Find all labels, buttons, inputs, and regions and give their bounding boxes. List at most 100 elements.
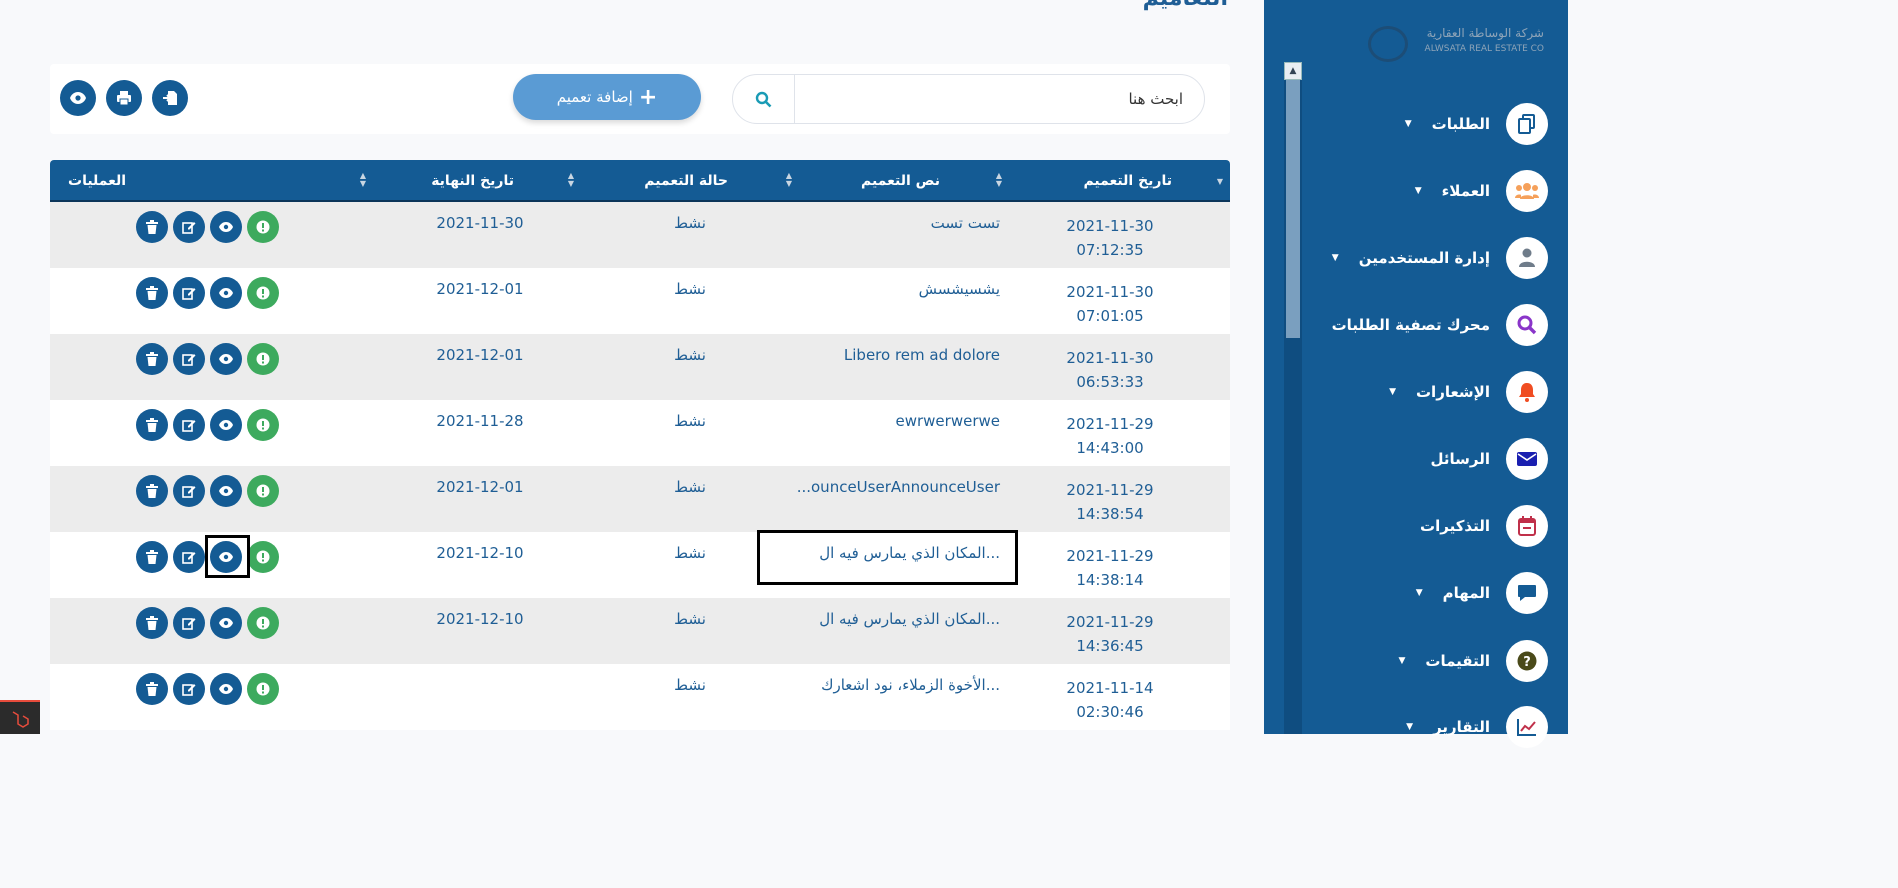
bell-icon (1506, 371, 1548, 413)
col-status[interactable]: حالة التعميم (644, 160, 728, 202)
col-ops: العمليات (68, 173, 127, 189)
edit-button[interactable] (173, 475, 205, 507)
plus-icon: + (638, 84, 658, 110)
caret-down-icon: ▼ (1414, 186, 1422, 196)
row-end-date: 2021-12-01 (436, 280, 524, 298)
col-date[interactable]: تاريخ التعميم (1083, 160, 1172, 202)
table-header: ▼ تاريخ التعميم ▲ ▼ نص التعميم ▲ ▼ حالة ال… (50, 160, 1230, 202)
scroll-up-arrow[interactable]: ▲ (1284, 62, 1302, 80)
trash-icon (146, 550, 158, 564)
view-button[interactable] (210, 409, 242, 441)
row-text[interactable]: يشسيشسش (919, 280, 1000, 298)
row-text[interactable]: Libero rem ad dolore (844, 346, 1000, 364)
edit-button[interactable] (173, 211, 205, 243)
table-row: 2021-11-29 14:36:45 المكان الذي يمارس فيه … (50, 598, 1230, 664)
sort-icon[interactable]: ▲ ▼ (784, 172, 794, 188)
delete-button[interactable] (136, 673, 168, 705)
row-status: نشط (674, 478, 706, 496)
view-button[interactable] (210, 343, 242, 375)
sidebar-item[interactable]: محرك تصفية الطلبات (1332, 304, 1548, 346)
info-button[interactable] (247, 343, 279, 375)
info-button[interactable] (247, 409, 279, 441)
sort-desc-icon[interactable]: ▼ (1215, 178, 1225, 186)
edit-icon (182, 420, 196, 432)
delete-button[interactable] (136, 211, 168, 243)
sidebar-item[interactable]: إدارة المستخدمين ▼ (1332, 237, 1548, 279)
eye-icon (219, 684, 233, 694)
edit-button[interactable] (173, 277, 205, 309)
sidebar-item[interactable]: ? التقيمات ▼ (1398, 640, 1548, 682)
search-button[interactable] (733, 75, 795, 123)
row-date: 2021-11-30 06:53:33 (1050, 346, 1170, 394)
svg-text:?: ? (1523, 655, 1531, 670)
sidebar-item-label: المهام (1442, 584, 1490, 602)
table-row: 2021-11-30 07:01:05 يشسيشسش نشط 2021-12-01 (50, 268, 1230, 334)
caret-down-icon: ▼ (1398, 656, 1406, 666)
row-status: نشط (674, 544, 706, 562)
sidebar-item[interactable]: التذكيرات (1420, 505, 1548, 547)
delete-button[interactable] (136, 475, 168, 507)
row-text[interactable]: ...ounceUserAnnounceUser (797, 478, 1000, 496)
sidebar-scroll-thumb[interactable] (1286, 80, 1300, 338)
eye-icon (219, 420, 233, 430)
delete-button[interactable] (136, 607, 168, 639)
delete-button[interactable] (136, 541, 168, 573)
table-row: 2021-11-29 14:38:54 ...ounceUserAnnounceUs… (50, 466, 1230, 532)
delete-button[interactable] (136, 343, 168, 375)
logo-mark (1368, 26, 1408, 62)
sidebar-item[interactable]: التقارير ▼ (1406, 706, 1548, 748)
toolbar: إضافة تعميم + (50, 64, 1230, 134)
sidebar-item[interactable]: الرسائل (1430, 438, 1548, 480)
info-button[interactable] (247, 277, 279, 309)
edit-button[interactable] (173, 343, 205, 375)
highlight-box (757, 530, 1018, 585)
add-announcement-button[interactable]: إضافة تعميم + (513, 74, 701, 120)
edit-button[interactable] (173, 607, 205, 639)
info-button[interactable] (247, 673, 279, 705)
edit-button[interactable] (173, 541, 205, 573)
view-button[interactable] (210, 277, 242, 309)
search-input[interactable] (797, 75, 1199, 123)
sidebar-item-label: الإشعارات (1415, 383, 1490, 401)
print-button[interactable] (106, 80, 142, 116)
edit-button[interactable] (173, 673, 205, 705)
sidebar-item[interactable]: الطلبات ▼ (1405, 103, 1548, 145)
info-button[interactable] (247, 475, 279, 507)
view-button[interactable] (210, 673, 242, 705)
sort-icon[interactable]: ▲ ▼ (566, 172, 576, 188)
eye-icon-button[interactable] (60, 80, 96, 116)
row-text[interactable]: ewrwerwerwe (896, 412, 1001, 430)
edit-button[interactable] (173, 409, 205, 441)
edit-icon (182, 222, 196, 234)
sidebar-item[interactable]: المهام ▼ (1416, 572, 1548, 614)
time-value: 14:36:45 (1076, 637, 1144, 655)
row-text[interactable]: تست تست (931, 214, 1000, 232)
table-body: 2021-11-30 07:12:35 تست تست نشط 2021-11-30 20… (50, 202, 1230, 730)
date-value: 2021-11-30 (1066, 349, 1154, 367)
sidebar-item[interactable]: الإشعارات ▼ (1389, 371, 1548, 413)
sort-icon[interactable]: ▲ ▼ (994, 172, 1004, 188)
info-button[interactable] (247, 541, 279, 573)
delete-button[interactable] (136, 409, 168, 441)
debugbar-icon[interactable] (0, 700, 40, 734)
caret-down-icon: ▼ (1404, 119, 1412, 129)
row-text[interactable]: الأخوة الزملاء، نود اشعارك... (821, 676, 1000, 694)
sidebar-item-label: الطلبات (1431, 115, 1490, 133)
table-row: 2021-11-29 14:43:00 ewrwerwerwe نشط 2021-11-… (50, 400, 1230, 466)
export-button[interactable] (152, 80, 188, 116)
row-text[interactable]: المكان الذي يمارس فيه ال... (819, 610, 1000, 628)
col-end-date[interactable]: تاريخ النهاية (431, 160, 514, 202)
info-button[interactable] (247, 607, 279, 639)
sidebar-item[interactable]: العملاء ▼ (1415, 170, 1548, 212)
view-button[interactable] (210, 607, 242, 639)
col-text[interactable]: نص التعميم (861, 160, 940, 202)
delete-button[interactable] (136, 277, 168, 309)
sort-icon[interactable]: ▲ ▼ (358, 172, 368, 188)
view-button[interactable] (210, 475, 242, 507)
trash-icon (146, 418, 158, 432)
date-value: 2021-11-30 (1066, 283, 1154, 301)
info-button[interactable] (247, 211, 279, 243)
laravel-icon (12, 711, 29, 728)
row-actions (136, 673, 279, 705)
view-button[interactable] (210, 211, 242, 243)
